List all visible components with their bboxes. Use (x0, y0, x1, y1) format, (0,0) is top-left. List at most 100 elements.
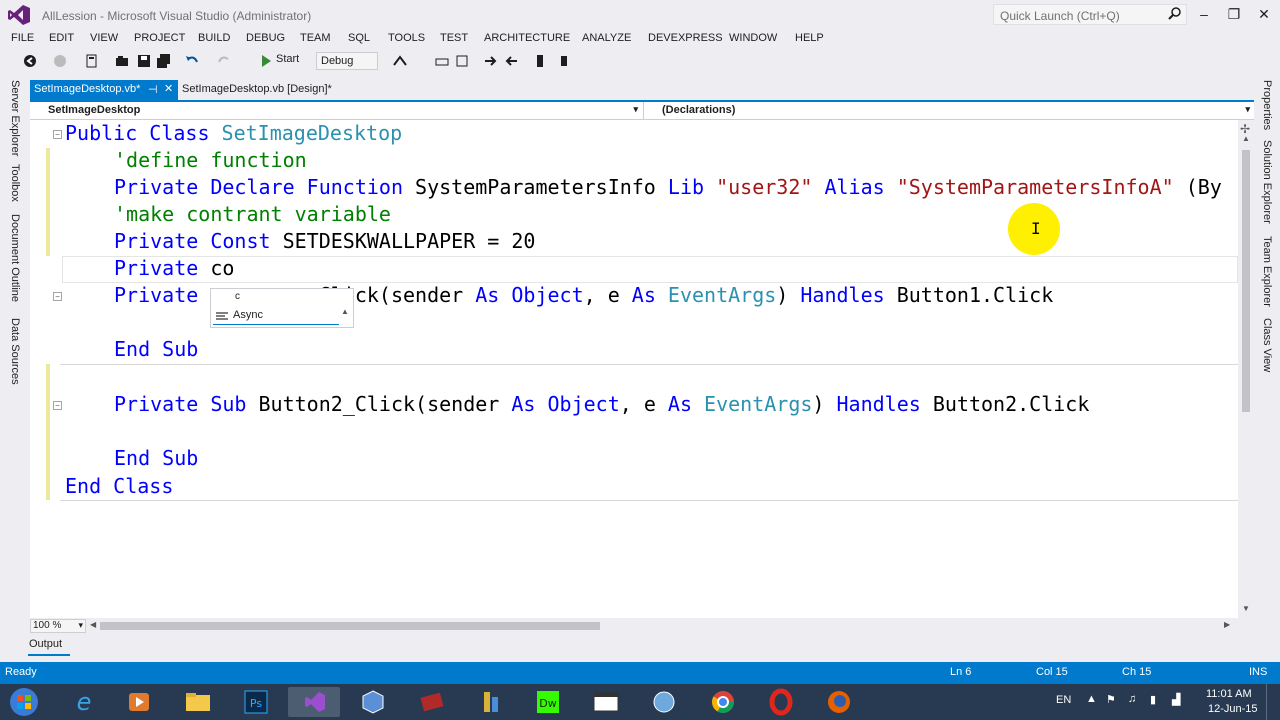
start-debug-icon[interactable] (258, 53, 274, 69)
menu-team[interactable]: TEAM (300, 32, 331, 44)
member-dropdown[interactable]: (Declarations) ▾ (643, 102, 1254, 119)
network-tool-icon[interactable] (464, 687, 516, 717)
show-hidden-icons-icon[interactable]: ▲ (1086, 693, 1097, 705)
menu-help[interactable]: HELP (795, 32, 824, 44)
menu-debug[interactable]: DEBUG (246, 32, 285, 44)
firefox-icon[interactable] (813, 687, 865, 717)
comment-icon[interactable] (556, 53, 572, 69)
solution-configuration-select[interactable]: Debug (316, 52, 378, 70)
forward-arrow-icon[interactable] (52, 53, 68, 69)
vertical-scroll-thumb[interactable] (1242, 150, 1250, 412)
keyword: As (475, 283, 512, 307)
menu-test[interactable]: TEST (440, 32, 468, 44)
quick-launch-input[interactable]: Quick Launch (Ctrl+Q) (993, 4, 1187, 25)
identifier: ) (812, 392, 837, 416)
menu-project[interactable]: PROJECT (134, 32, 185, 44)
menu-file[interactable]: FILE (11, 32, 34, 44)
close-tab-icon[interactable]: ✕ (164, 82, 173, 95)
menu-view[interactable]: VIEW (90, 32, 118, 44)
scroll-left-icon[interactable]: ◀ (90, 620, 96, 629)
back-arrow-icon[interactable] (22, 53, 38, 69)
minimize-button[interactable]: – (1194, 4, 1214, 24)
signal-icon[interactable]: ▟ (1172, 693, 1180, 706)
completion-item-label: Async (233, 309, 263, 321)
menu-window[interactable]: WINDOW (729, 32, 777, 44)
quick-launch-placeholder: Quick Launch (Ctrl+Q) (1000, 9, 1120, 23)
tab-setimagedesktop-design[interactable]: SetImageDesktop.vb [Design]* (182, 83, 332, 95)
menu-tools[interactable]: TOOLS (388, 32, 425, 44)
input-language[interactable]: EN (1056, 694, 1071, 706)
window-app-icon[interactable] (580, 687, 632, 717)
navigate-back-icon[interactable] (504, 53, 520, 69)
scroll-right-icon[interactable]: ▶ (1224, 620, 1230, 629)
media-player-icon[interactable] (113, 687, 165, 717)
menu-sql[interactable]: SQL (348, 32, 370, 44)
open-file-icon[interactable] (114, 53, 130, 69)
class-view-tab[interactable]: Class View (1261, 318, 1273, 372)
internet-explorer-icon[interactable]: e (58, 687, 110, 717)
document-tab-strip: SetImageDesktop.vb* ⊣ ✕ SetImageDesktop.… (30, 80, 1254, 100)
menu-build[interactable]: BUILD (198, 32, 230, 44)
keyword: Private Declare Function (114, 175, 416, 199)
chrome-icon[interactable] (697, 687, 749, 717)
team-explorer-tab[interactable]: Team Explorer (1261, 236, 1273, 307)
class-dropdown-value: SetImageDesktop (48, 104, 141, 116)
scroll-down-icon[interactable]: ▼ (1242, 604, 1250, 613)
file-explorer-icon[interactable] (172, 687, 224, 717)
class-name: SetImageDesktop (221, 121, 403, 145)
collapse-toggle[interactable]: − (53, 130, 62, 139)
attach-process-icon[interactable] (392, 53, 408, 69)
menu-architecture[interactable]: ARCHITECTURE (484, 32, 570, 44)
winrar-icon[interactable] (406, 687, 458, 717)
navigate-icon[interactable] (482, 53, 498, 69)
maximize-button[interactable]: ❐ (1224, 4, 1244, 24)
collapse-toggle[interactable]: − (53, 292, 62, 301)
show-desktop-button[interactable] (1266, 684, 1280, 720)
pin-icon[interactable]: ⊣ (148, 83, 158, 96)
visual-studio-taskbar-icon[interactable] (288, 687, 340, 717)
clock-date[interactable]: 12-Jun-15 (1208, 703, 1258, 715)
photoshop-icon[interactable]: Ps (230, 687, 282, 717)
step-over-icon[interactable] (454, 53, 470, 69)
undo-icon[interactable] (184, 53, 200, 69)
volume-icon[interactable]: ♫ (1128, 693, 1136, 705)
menu-analyze[interactable]: ANALYZE (582, 32, 631, 44)
step-into-icon[interactable] (434, 53, 450, 69)
scroll-up-icon[interactable]: ▲ (1242, 134, 1250, 143)
start-orb-icon[interactable] (8, 687, 40, 717)
zoom-value: 100 % (33, 620, 62, 631)
properties-tab[interactable]: Properties (1261, 80, 1273, 130)
toolbox-tab[interactable]: Toolbox (9, 164, 21, 202)
tab-output[interactable]: Output (29, 638, 62, 650)
action-center-icon[interactable]: ▮ (1150, 693, 1156, 706)
tab-setimagedesktop-vb[interactable]: SetImageDesktop.vb* ⊣ ✕ (30, 80, 178, 100)
solution-explorer-tab[interactable]: Solution Explorer (1261, 140, 1273, 224)
zoom-select[interactable]: 100 % ▾ (30, 619, 86, 633)
new-project-icon[interactable] (84, 53, 100, 69)
virtualbox-icon[interactable] (347, 687, 399, 717)
redo-icon[interactable] (216, 53, 232, 69)
bookmark-icon[interactable] (532, 53, 548, 69)
scroll-up-icon[interactable]: ▲ (341, 307, 349, 316)
completion-item-async[interactable]: Async (213, 307, 339, 325)
clock-time[interactable]: 11:01 AM (1206, 688, 1252, 700)
opera-icon[interactable] (755, 687, 807, 717)
type-name: EventArgs (704, 392, 813, 416)
horizontal-scroll-thumb[interactable] (100, 622, 600, 630)
server-explorer-tab[interactable]: Server Explorer (9, 80, 21, 156)
vertical-scrollbar[interactable]: ✢ ▲ ▼ (1238, 120, 1254, 618)
dreamweaver-icon[interactable]: Dw (522, 687, 574, 717)
collapse-toggle[interactable]: − (53, 401, 62, 410)
class-dropdown[interactable]: SetImageDesktop ▾ (30, 102, 642, 119)
data-sources-tab[interactable]: Data Sources (9, 318, 21, 385)
code-editor[interactable]: − − − Public Class SetImageDesktop 'defi… (30, 120, 1238, 618)
network-icon[interactable]: ⚑ (1106, 693, 1116, 706)
close-button[interactable]: ✕ (1254, 4, 1274, 24)
globe-tool-icon[interactable] (638, 687, 690, 717)
save-icon[interactable] (136, 53, 152, 69)
save-all-icon[interactable] (156, 53, 172, 69)
menu-devexpress[interactable]: DEVEXPRESS (648, 32, 723, 44)
start-button[interactable]: Start (276, 53, 299, 65)
document-outline-tab[interactable]: Document Outline (9, 214, 21, 302)
menu-edit[interactable]: EDIT (49, 32, 74, 44)
